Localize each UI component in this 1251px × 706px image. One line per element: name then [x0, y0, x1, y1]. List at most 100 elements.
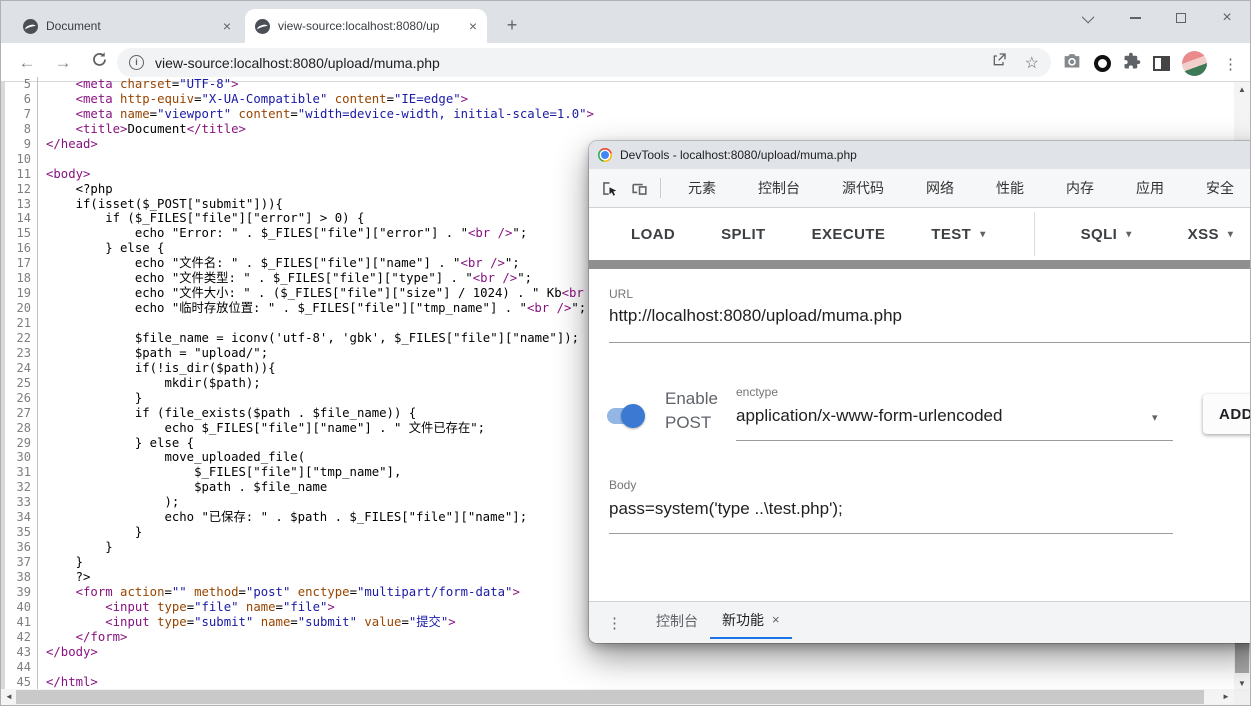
line-number: 43: [6, 645, 38, 660]
hackbar-button-sqli[interactable]: SQLI▾: [1081, 226, 1132, 243]
side-panel-icon[interactable]: [1153, 56, 1170, 71]
hackbar-button-split[interactable]: SPLIT: [721, 226, 766, 243]
back-icon[interactable]: ←: [15, 51, 39, 75]
hackbar-panel: LOADSPLITEXECUTETEST▾ SQLI▾XSS▾ URL http…: [589, 208, 1251, 601]
forward-icon[interactable]: →: [51, 51, 75, 75]
source-line-text: if ($_FILES["file"]["error"] > 0) {: [38, 211, 364, 226]
line-number: 15: [6, 226, 38, 241]
line-number: 37: [6, 555, 38, 570]
line-number: 27: [6, 406, 38, 421]
hackbar-button-execute[interactable]: EXECUTE: [812, 226, 886, 243]
tab-close-icon[interactable]: ×: [469, 19, 477, 33]
devtools-titlebar[interactable]: DevTools - localhost:8080/upload/muma.ph…: [589, 141, 1251, 169]
add-button[interactable]: ADD: [1203, 394, 1251, 434]
enable-post-label: Enable POST: [665, 387, 731, 435]
device-toolbar-icon[interactable]: [628, 177, 650, 199]
source-line-text: </form>: [38, 630, 127, 645]
line-number: 16: [6, 241, 38, 256]
source-line-text: <form action="" method="post" enctype="m…: [38, 585, 520, 600]
enctype-select[interactable]: application/x-www-form-urlencoded: [736, 406, 1002, 426]
browser-window: Document × view-source:localhost:8080/up…: [0, 0, 1251, 706]
devtools-tab-3[interactable]: 网络: [905, 178, 975, 198]
line-number: 12: [6, 182, 38, 197]
source-line-text: if(!is_dir($path)){: [38, 361, 276, 376]
drawer-tab[interactable]: 新功能×: [710, 602, 792, 639]
body-field-input[interactable]: pass=system('type ..\test.php');: [609, 499, 843, 519]
devtools-tab-4[interactable]: 性能: [975, 178, 1045, 198]
hackbar-group-attack: SQLI▾ XSS▾: [1081, 226, 1234, 243]
close-icon[interactable]: ×: [772, 612, 780, 627]
devtools-tab-1[interactable]: 控制台: [737, 178, 821, 198]
maximize-button[interactable]: [1158, 1, 1204, 35]
scrollbar-corner: [1234, 689, 1250, 705]
drawer-menu-kebab-icon[interactable]: ⋮: [607, 614, 622, 632]
source-line-text: if (file_exists($path . $file_name)) {: [38, 406, 416, 421]
source-line-text: </body>: [38, 645, 98, 660]
devtools-drawer: ⋮ 控制台新功能×: [589, 601, 1251, 643]
address-url[interactable]: view-source:localhost:8080/upload/muma.p…: [155, 55, 983, 71]
extensions-puzzle-icon[interactable]: [1123, 52, 1141, 75]
line-number: 40: [6, 600, 38, 615]
devtools-tab-7[interactable]: 安全: [1185, 178, 1251, 198]
horizontal-scrollbar-thumb[interactable]: [16, 690, 1204, 704]
minimize-button[interactable]: [1112, 1, 1158, 35]
browser-tab-document[interactable]: Document ×: [13, 9, 241, 43]
devtools-tab-0[interactable]: 元素: [667, 178, 737, 198]
new-tab-button[interactable]: +: [499, 13, 525, 39]
browser-menu-kebab-icon[interactable]: ⋮: [1219, 55, 1242, 73]
profile-avatar[interactable]: [1182, 51, 1207, 76]
dropdown-caret-icon: ▾: [980, 229, 985, 240]
line-number: 29: [6, 436, 38, 451]
line-number: 25: [6, 376, 38, 391]
inspect-element-icon[interactable]: [598, 177, 620, 199]
source-line-text: <input type="submit" name="submit" value…: [38, 615, 456, 630]
source-line: 43</body>: [6, 645, 1236, 660]
line-number: 17: [6, 256, 38, 271]
browser-tab-view-source[interactable]: view-source:localhost:8080/up ×: [245, 9, 487, 43]
scroll-left-icon[interactable]: ◄: [2, 689, 16, 705]
line-number: 9: [6, 137, 38, 152]
source-line-text: echo "已保存: " . $path . $_FILES["file"]["…: [38, 510, 527, 525]
ring-extension-icon[interactable]: [1094, 55, 1111, 72]
bookmark-star-icon[interactable]: ☆: [1025, 53, 1039, 73]
source-line-text: <input type="file" name="file">: [38, 600, 335, 615]
drawer-tab[interactable]: 控制台: [644, 602, 710, 639]
line-number: 36: [6, 540, 38, 555]
hackbar-button-test[interactable]: TEST▾: [931, 226, 985, 243]
source-line-text: }: [38, 555, 83, 570]
line-number: 5: [6, 77, 38, 92]
enable-post-toggle[interactable]: [607, 408, 643, 424]
info-icon[interactable]: i: [129, 55, 144, 70]
share-icon[interactable]: [991, 52, 1007, 73]
devtools-tab-5[interactable]: 内存: [1045, 178, 1115, 198]
source-line-text: ?>: [38, 570, 90, 585]
body-field-underline: [609, 533, 1173, 534]
dropdown-caret-icon[interactable]: ▾: [1152, 411, 1158, 424]
hackbar-horizontal-scrollbar[interactable]: [589, 260, 1251, 269]
source-line: 44: [6, 660, 1236, 675]
profile-chevron-icon[interactable]: [1066, 1, 1112, 35]
hackbar-button-load[interactable]: LOAD: [631, 226, 675, 243]
source-line-text: $path = "upload/";: [38, 346, 268, 361]
close-button[interactable]: ×: [1204, 1, 1250, 35]
scroll-down-icon[interactable]: ▼: [1234, 679, 1250, 688]
source-line-text: <meta http-equiv="X-UA-Compatible" conte…: [38, 92, 468, 107]
hackbar-button-xss[interactable]: XSS▾: [1188, 226, 1234, 243]
dropdown-caret-icon: ▾: [1126, 229, 1131, 240]
line-number: 45: [6, 675, 38, 690]
screenshot-extension-icon[interactable]: [1062, 52, 1082, 75]
tab-close-icon[interactable]: ×: [223, 19, 231, 33]
devtools-tab-2[interactable]: 源代码: [821, 178, 905, 198]
line-number: 19: [6, 286, 38, 301]
body-field-label: Body: [609, 478, 636, 492]
source-line-text: echo "文件类型: " . $_FILES["file"]["type"] …: [38, 271, 532, 286]
devtools-tab-6[interactable]: 应用: [1115, 178, 1185, 198]
devtools-tabbar-tabs: 元素控制台源代码网络性能内存应用安全Lighthouse: [667, 169, 1251, 207]
horizontal-scrollbar[interactable]: ◄ ►: [1, 689, 1234, 705]
scroll-right-icon[interactable]: ►: [1219, 689, 1233, 705]
source-line-text: [38, 660, 46, 675]
reload-icon[interactable]: [87, 51, 111, 75]
scroll-up-icon[interactable]: ▲: [1234, 85, 1250, 94]
url-field-input[interactable]: http://localhost:8080/upload/muma.php: [609, 306, 902, 326]
address-bar[interactable]: i view-source:localhost:8080/upload/muma…: [117, 48, 1051, 77]
